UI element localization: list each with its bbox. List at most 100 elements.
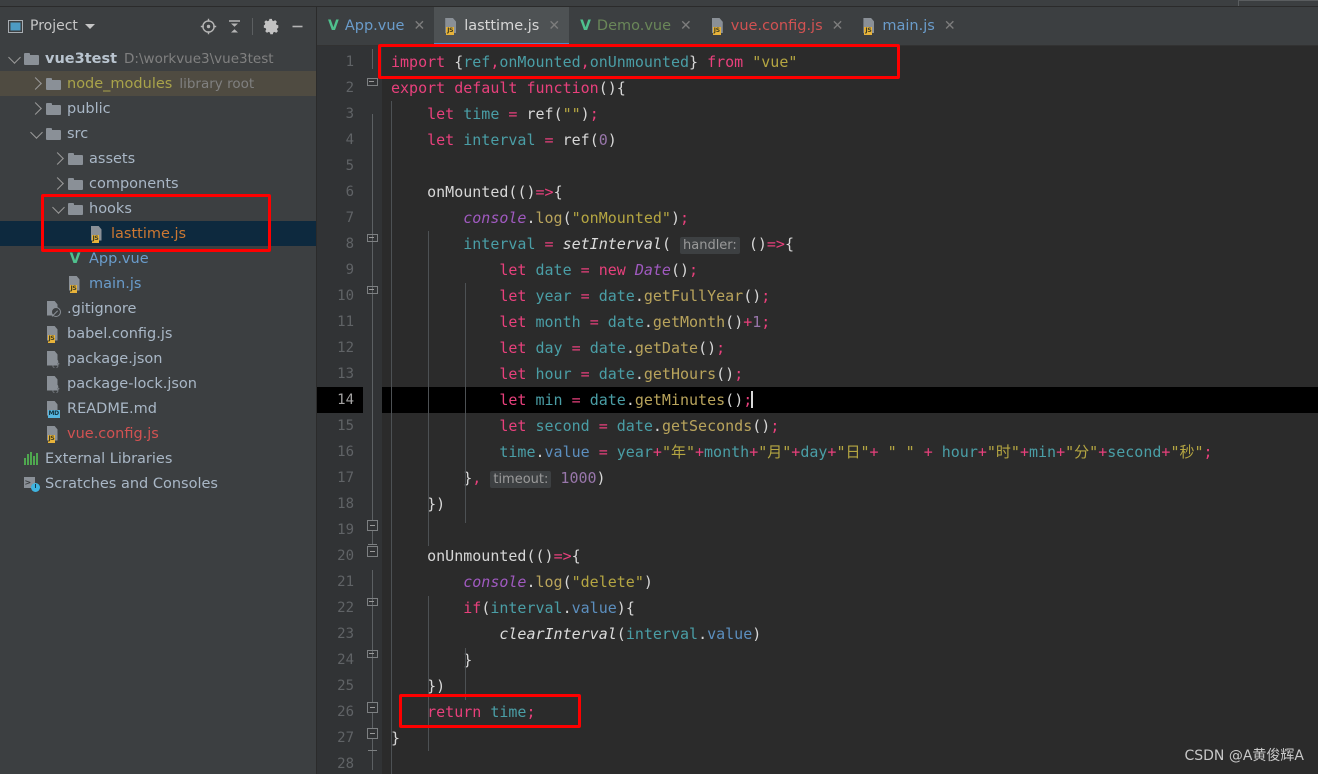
code-line-3[interactable]: let time = ref(""); [382, 101, 1318, 127]
tree-item-package-json[interactable]: {} package.json [0, 346, 316, 371]
tree-item-label: babel.config.js [67, 325, 173, 342]
code-editor[interactable]: 1 2 3 4 5 6 7 8 9 10 11 12 13 14 15 16 17 18 19 20 21 22 23 24 2… [317, 46, 1318, 774]
close-icon[interactable]: ✕ [832, 19, 844, 33]
code-line-28[interactable] [382, 751, 1318, 774]
code-line-14[interactable]: let min = date.getMinutes(); [382, 387, 1318, 413]
code-line-9[interactable]: let date = new Date(); [382, 257, 1318, 283]
project-file-tree[interactable]: vue3test D:\workvue3\vue3test node_modules… [0, 45, 316, 774]
code-line-2[interactable]: export default function(){ [382, 75, 1318, 101]
editor-tab-demo-vue[interactable]: V Demo.vue ✕ [569, 7, 701, 45]
code-line-15[interactable]: let second = date.getSeconds(); [382, 413, 1318, 439]
project-panel-title[interactable]: Project [8, 18, 95, 34]
tree-item-vue3test[interactable]: vue3test D:\workvue3\vue3test [0, 46, 316, 71]
line-number: 3 [345, 106, 354, 122]
chevron-right-icon[interactable] [50, 146, 66, 171]
minimize-icon[interactable] [284, 13, 310, 39]
fold-marker-line-22[interactable] [367, 650, 378, 661]
code-line-10[interactable]: let year = date.getFullYear(); [382, 283, 1318, 309]
tree-item-hooks[interactable]: hooks [0, 196, 316, 221]
code-line-1[interactable]: import {ref,onMounted,onUnmounted} from … [382, 49, 1318, 75]
tree-item-components[interactable]: components [0, 171, 316, 196]
code-line-11[interactable]: let month = date.getMonth()+1; [382, 309, 1318, 335]
tab-label: vue.config.js [730, 18, 823, 34]
file-icon-wrap [44, 296, 62, 321]
close-icon[interactable]: ✕ [944, 19, 956, 33]
folder-icon [45, 127, 61, 140]
tree-item-src[interactable]: src [0, 121, 316, 146]
code-line-18[interactable]: }) [382, 491, 1318, 517]
tree-item-scratches-and-consoles[interactable]: >_ Scratches and Consoles [0, 471, 316, 496]
file-icon-wrap [44, 96, 62, 121]
code-line-19[interactable] [382, 517, 1318, 543]
chevron-right-icon[interactable] [50, 171, 66, 196]
tree-item-lasttime-js[interactable]: JS lasttime.js [0, 221, 316, 246]
editor-tab-bar[interactable]: V App.vue ✕ JS lasttime.js ✕ V Demo.vue ✕ JS vue.c… [317, 7, 1318, 46]
editor-tab-main-js[interactable]: JS main.js ✕ [852, 7, 964, 45]
tree-item-node-modules[interactable]: node_modules library root [0, 71, 316, 96]
tree-item-app-vue[interactable]: V App.vue [0, 246, 316, 271]
fold-marker-line-2[interactable] [367, 78, 378, 89]
line-number: 21 [337, 574, 354, 590]
line-number: 10 [337, 288, 354, 304]
settings-gear-icon[interactable] [258, 13, 284, 39]
code-line-20[interactable]: onUnmounted(()=>{ [382, 543, 1318, 569]
fold-marker-line-18[interactable] [367, 546, 378, 557]
code-line-22[interactable]: if(interval.value){ [382, 595, 1318, 621]
code-fold-gutter[interactable] [363, 46, 382, 774]
tree-item-package-lock-json[interactable]: {} package-lock.json [0, 371, 316, 396]
js-file-icon: JS [46, 425, 60, 443]
tree-item-vue-config-js[interactable]: JS vue.config.js [0, 421, 316, 446]
code-line-12[interactable]: let day = date.getDate(); [382, 335, 1318, 361]
chevron-down-icon[interactable] [50, 196, 66, 221]
locate-icon[interactable] [195, 13, 221, 39]
chevron-down-icon[interactable] [84, 23, 95, 29]
fold-marker-line-6[interactable] [367, 234, 378, 245]
close-icon[interactable]: ✕ [413, 19, 425, 33]
code-line-7[interactable]: console.log("onMounted"); [382, 205, 1318, 231]
code-line-23[interactable]: clearInterval(interval.value) [382, 621, 1318, 647]
editor-tab-lasttime-js[interactable]: JS lasttime.js ✕ [434, 7, 570, 45]
tree-item-assets[interactable]: assets [0, 146, 316, 171]
chevron-down-icon[interactable] [6, 46, 22, 71]
tree-item-main-js[interactable]: JS main.js [0, 271, 316, 296]
tree-item-label: src [67, 125, 89, 142]
fold-marker-line-17[interactable] [367, 520, 378, 531]
close-icon[interactable]: ✕ [548, 19, 560, 33]
chevron-down-icon[interactable] [28, 121, 44, 146]
chevron-right-icon[interactable] [28, 71, 44, 96]
close-icon[interactable]: ✕ [680, 19, 692, 33]
code-line-16[interactable]: time.value = year+"年"+month+"月"+day+"日"+… [382, 439, 1318, 465]
code-line-27[interactable]: } [382, 725, 1318, 751]
tree-item-readme-md[interactable]: MD README.md [0, 396, 316, 421]
code-line-24[interactable]: } [382, 647, 1318, 673]
fold-marker-line-24[interactable] [367, 702, 378, 713]
code-text-area[interactable]: import {ref,onMounted,onUnmounted} from … [382, 46, 1318, 774]
code-line-8[interactable]: interval = setInterval( handler: ()=>{ [382, 231, 1318, 257]
fold-marker-line-20[interactable] [367, 598, 378, 609]
tree-item-babel-config-js[interactable]: JS babel.config.js [0, 321, 316, 346]
code-line-4[interactable]: let interval = ref(0) [382, 127, 1318, 153]
code-line-6[interactable]: onMounted(()=>{ [382, 179, 1318, 205]
code-line-21[interactable]: console.log("delete") [382, 569, 1318, 595]
code-line-25[interactable]: }) [382, 673, 1318, 699]
fold-marker-line-25[interactable] [367, 728, 378, 739]
project-panel-header: Project [0, 7, 316, 45]
tree-item-public[interactable]: public [0, 96, 316, 121]
editor-tab-app-vue[interactable]: V App.vue ✕ [317, 7, 434, 45]
js-file-icon: JS [90, 225, 104, 243]
fold-marker-line-8[interactable] [367, 286, 378, 297]
chevron-right-icon[interactable] [28, 96, 44, 121]
code-line-26[interactable]: return time; [382, 699, 1318, 725]
code-line-13[interactable]: let hour = date.getHours(); [382, 361, 1318, 387]
editor-tab-vue-config-js[interactable]: JS vue.config.js ✕ [701, 7, 853, 45]
collapse-all-icon[interactable] [221, 13, 247, 39]
code-line-17[interactable]: }, timeout: 1000) [382, 465, 1318, 491]
tree-item-external-libraries[interactable]: External Libraries [0, 446, 316, 471]
code-line-5[interactable] [382, 153, 1318, 179]
tree-item-gitignore[interactable]: .gitignore [0, 296, 316, 321]
tree-item-sublabel: library root [179, 75, 255, 92]
